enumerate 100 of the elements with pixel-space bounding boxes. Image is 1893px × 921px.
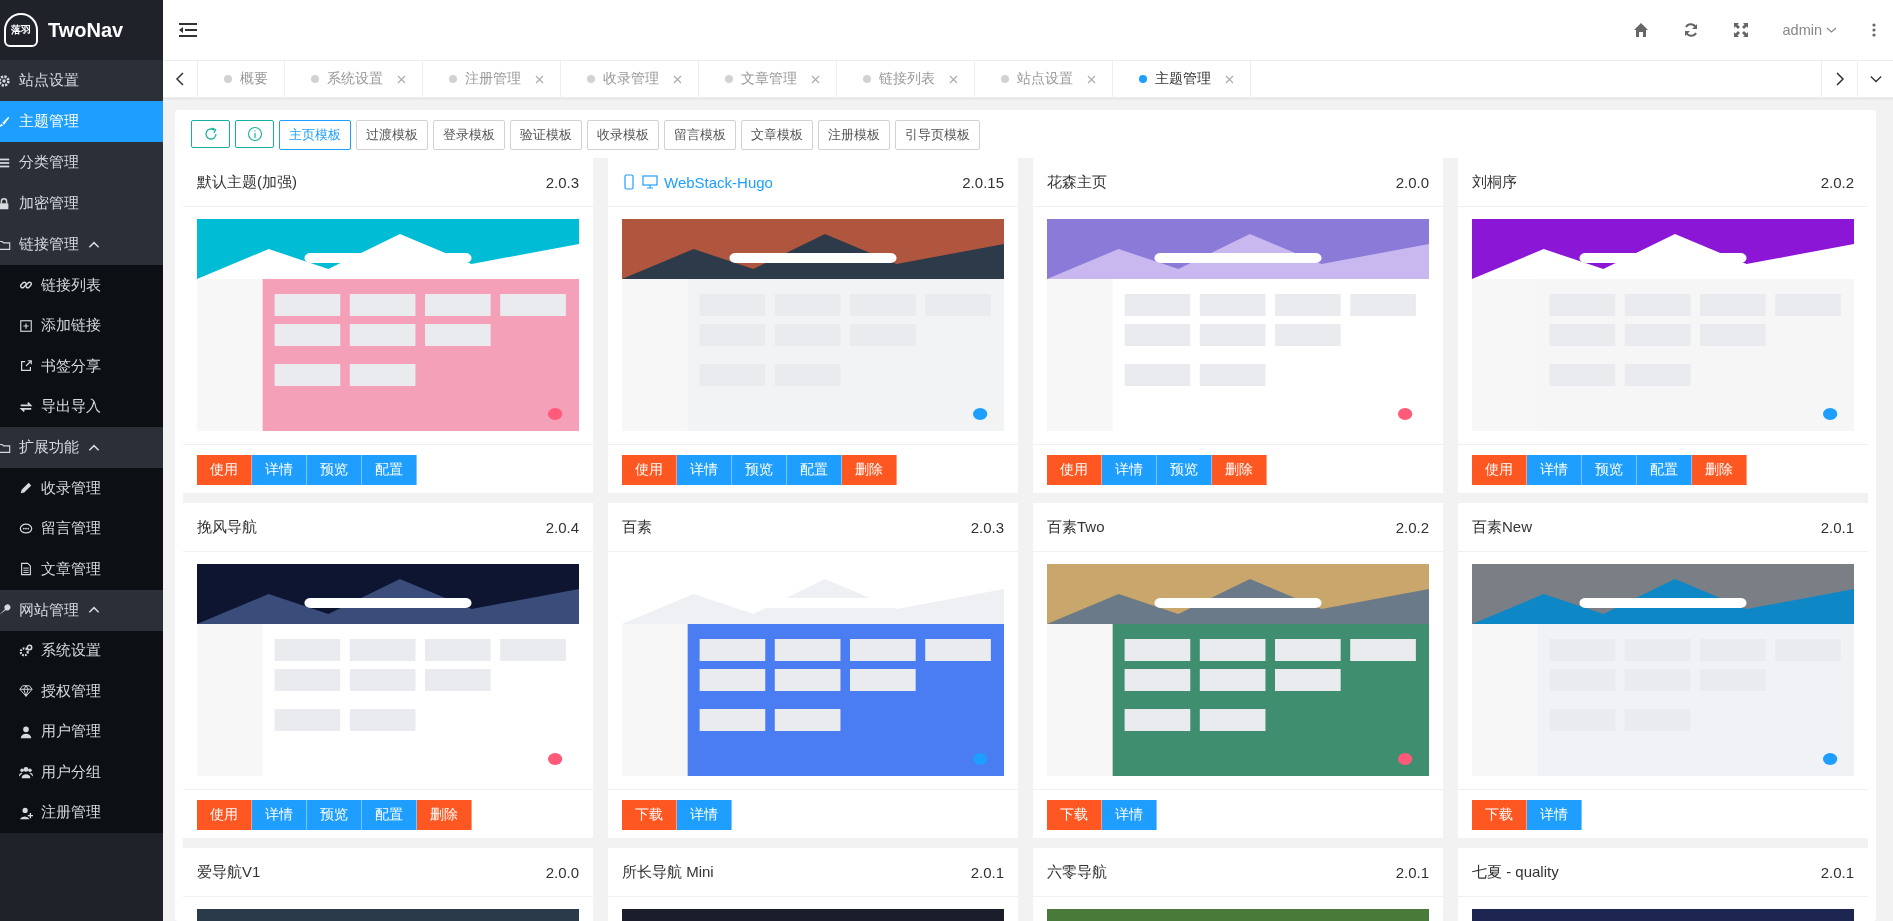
sidebar-item[interactable]: 留言管理 (0, 508, 163, 549)
theme-title: WebStack-Hugo (664, 173, 773, 191)
theme-action-button[interactable]: 预览 (1582, 455, 1637, 485)
sidebar-item[interactable]: 站点设置 (0, 60, 163, 101)
template-tab[interactable]: 文章模板 (741, 120, 813, 150)
document-icon (19, 562, 33, 577)
sidebar-item[interactable]: 书签分享 (0, 346, 163, 387)
delete-button[interactable]: 删除 (1692, 455, 1747, 485)
sidebar-item[interactable]: 主题管理 (0, 101, 163, 142)
theme-version: 2.0.1 (1820, 863, 1854, 881)
sidebar-item[interactable]: 授权管理 (0, 671, 163, 712)
theme-title: 刘桐序 (1472, 172, 1517, 192)
theme-version: 2.0.2 (1820, 173, 1854, 191)
theme-version: 2.0.1 (1395, 863, 1429, 881)
info-button[interactable] (235, 120, 274, 148)
sidebar-group[interactable]: 网站管理 (0, 589, 163, 631)
sidebar-item[interactable]: 注册管理 (0, 792, 163, 833)
template-tab[interactable]: 注册模板 (818, 120, 890, 150)
theme-title: 六零导航 (1047, 862, 1107, 882)
page-tab[interactable]: 概要 (198, 61, 285, 97)
theme-action-button[interactable]: 下载 (1047, 800, 1102, 830)
pencil-icon (19, 481, 33, 496)
delete-button[interactable]: 删除 (1212, 455, 1267, 485)
close-icon[interactable] (949, 74, 958, 84)
sidebar-item[interactable]: 用户管理 (0, 711, 163, 752)
close-icon[interactable] (1087, 74, 1096, 84)
theme-action-button[interactable]: 下载 (622, 800, 677, 830)
page-tab[interactable]: 系统设置 (285, 61, 423, 97)
template-tab[interactable]: 过渡模板 (356, 120, 428, 150)
refresh-button[interactable] (191, 120, 230, 148)
monitor-icon (642, 174, 658, 190)
theme-action-button[interactable]: 使用 (197, 455, 252, 485)
theme-action-button[interactable]: 详情 (1527, 800, 1582, 830)
theme-action-button[interactable]: 使用 (1047, 455, 1102, 485)
menu-toggle-icon[interactable] (177, 21, 199, 39)
page-tab[interactable]: 链接列表 (837, 61, 975, 97)
gear-icon (0, 73, 11, 88)
theme-action-button[interactable]: 详情 (252, 800, 307, 830)
page-tab[interactable]: 站点设置 (975, 61, 1113, 97)
sidebar-item[interactable]: 收录管理 (0, 468, 163, 509)
theme-action-button[interactable]: 详情 (677, 800, 732, 830)
sidebar-item[interactable]: 分类管理 (0, 142, 163, 183)
page-tab[interactable]: 收录管理 (561, 61, 699, 97)
theme-action-button[interactable]: 配置 (362, 800, 417, 830)
template-tab[interactable]: 主页模板 (279, 120, 351, 150)
fullscreen-icon[interactable] (1732, 22, 1749, 38)
sidebar-item[interactable]: 加密管理 (0, 183, 163, 224)
theme-action-button[interactable]: 详情 (1102, 800, 1157, 830)
theme-action-button[interactable]: 使用 (622, 455, 677, 485)
theme-title: 七夏 - quality (1472, 862, 1559, 882)
more-icon[interactable] (1871, 22, 1877, 38)
close-icon[interactable] (811, 74, 820, 84)
close-icon[interactable] (397, 74, 406, 84)
theme-action-button[interactable]: 预览 (732, 455, 787, 485)
sidebar-item[interactable]: 添加链接 (0, 305, 163, 346)
close-icon[interactable] (1225, 74, 1234, 84)
theme-action-button[interactable]: 使用 (1472, 455, 1527, 485)
close-icon[interactable] (535, 74, 544, 84)
page-tab[interactable]: 注册管理 (423, 61, 561, 97)
refresh-icon[interactable] (1682, 22, 1699, 38)
close-icon[interactable] (673, 74, 682, 84)
sidebar-item[interactable]: 文章管理 (0, 549, 163, 590)
sidebar-item[interactable]: 链接列表 (0, 265, 163, 306)
theme-action-button[interactable]: 预览 (307, 455, 362, 485)
theme-action-button[interactable]: 使用 (197, 800, 252, 830)
user-icon (19, 724, 33, 739)
delete-button[interactable]: 删除 (417, 800, 472, 830)
delete-button[interactable]: 删除 (842, 455, 897, 485)
theme-action-button[interactable]: 预览 (307, 800, 362, 830)
dot-icon (224, 75, 232, 83)
theme-action-button[interactable]: 配置 (787, 455, 842, 485)
info-icon (246, 126, 263, 142)
theme-action-button[interactable]: 预览 (1157, 455, 1212, 485)
theme-version: 2.0.1 (970, 863, 1004, 881)
sidebar-item[interactable]: 系统设置 (0, 630, 163, 671)
sidebar-group[interactable]: 扩展功能 (0, 427, 163, 468)
lock-icon (0, 196, 11, 211)
page-tab[interactable]: 主题管理 (1113, 61, 1251, 97)
page-tab[interactable]: 文章管理 (699, 61, 837, 97)
theme-action-button[interactable]: 配置 (1637, 455, 1692, 485)
user-menu[interactable]: admin (1782, 22, 1837, 38)
sidebar-item[interactable]: 导出导入 (0, 386, 163, 427)
caret-icon (1826, 26, 1837, 34)
theme-action-button[interactable]: 详情 (1102, 455, 1157, 485)
template-tab[interactable]: 验证模板 (510, 120, 582, 150)
home-icon[interactable] (1632, 22, 1649, 38)
sidebar-item[interactable]: 用户分组 (0, 752, 163, 793)
sidebar-group[interactable]: 链接管理 (0, 224, 163, 265)
template-tab[interactable]: 登录模板 (433, 120, 505, 150)
template-tab[interactable]: 引导页模板 (895, 120, 980, 150)
template-tab[interactable]: 收录模板 (587, 120, 659, 150)
theme-title: 百素 (622, 517, 652, 537)
theme-action-button[interactable]: 下载 (1472, 800, 1527, 830)
template-tab[interactable]: 留言模板 (664, 120, 736, 150)
theme-action-button[interactable]: 详情 (1527, 455, 1582, 485)
theme-action-button[interactable]: 配置 (362, 455, 417, 485)
theme-version: 2.0.15 (962, 173, 1004, 191)
theme-action-button[interactable]: 详情 (677, 455, 732, 485)
theme-title: 百素Two (1047, 517, 1105, 537)
theme-action-button[interactable]: 详情 (252, 455, 307, 485)
